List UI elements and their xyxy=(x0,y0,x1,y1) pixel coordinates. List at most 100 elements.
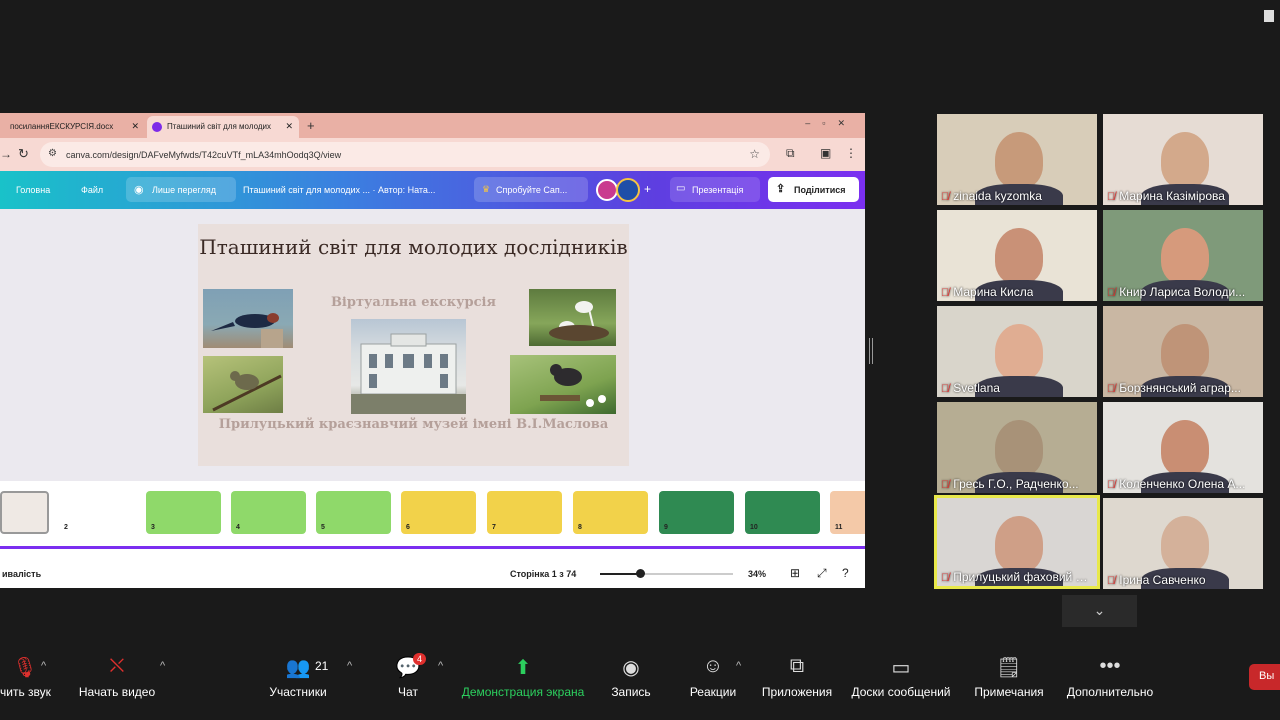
add-collaborator-icon[interactable]: + xyxy=(644,182,651,196)
thumbnail-number: 2 xyxy=(64,524,68,531)
participants-options-chevron-icon[interactable]: ^ xyxy=(347,660,352,672)
slide-thumbnail[interactable]: 6 xyxy=(401,491,476,534)
microphone-muted-icon: 🎙̸ xyxy=(941,191,950,203)
slide-thumbnails-strip: 2 3 4 5 6 7 8 9 10 11 xyxy=(0,481,865,549)
participant-tile[interactable]: 🎙̸ Ірина Савченко xyxy=(1103,498,1263,589)
participant-name-text: Марина Кисла xyxy=(953,285,1034,299)
chat-options-chevron-icon[interactable]: ^ xyxy=(438,660,443,672)
slide-thumbnail[interactable]: 10 xyxy=(745,491,820,534)
close-icon[interactable]: ✕ xyxy=(285,121,293,132)
more-dots-icon: ••• xyxy=(1099,655,1121,677)
present-button[interactable]: ▭ Презентація xyxy=(670,177,760,202)
participant-tile[interactable]: 🎙̸ zinaida kyzomka xyxy=(937,114,1097,205)
accessibility-label[interactable]: ивалість xyxy=(2,569,41,579)
audio-options-chevron-icon[interactable]: ^ xyxy=(41,660,46,672)
forward-arrow-icon[interactable]: → xyxy=(0,147,12,161)
more-button[interactable]: ••• Дополнительно xyxy=(1064,655,1156,699)
slide-thumbnail[interactable]: 8 xyxy=(573,491,648,534)
zoom-slider[interactable] xyxy=(600,569,733,578)
slide-thumbnail[interactable]: 9 xyxy=(659,491,734,534)
microphone-muted-icon: 🎙̸ xyxy=(941,287,950,299)
reload-icon[interactable]: ↻ xyxy=(18,146,29,162)
participant-video xyxy=(1161,516,1209,572)
reactions-button[interactable]: ☺ Реакции xyxy=(688,655,738,699)
browser-tab-canva[interactable]: Пташиний світ для молодих ✕ xyxy=(147,116,299,138)
zoom-level[interactable]: 34% xyxy=(748,569,766,579)
participant-tile[interactable]: 🎙̸ Прилуцький фаховий м... xyxy=(934,495,1100,589)
reactions-options-chevron-icon[interactable]: ^ xyxy=(736,660,741,672)
close-icon[interactable]: ✕ xyxy=(131,121,139,132)
slide-thumbnail[interactable]: 11 xyxy=(830,491,865,534)
slide-thumbnail[interactable]: 4 xyxy=(231,491,306,534)
participant-name-text: Книр Лариса Володи... xyxy=(1119,285,1246,299)
participant-video xyxy=(1161,228,1209,284)
slide-thumbnail[interactable]: 3 xyxy=(146,491,221,534)
view-only-button[interactable]: ◉ Лише перегляд xyxy=(126,177,236,202)
slide-1[interactable]: Пташиний світ для молодих дослідників Ві… xyxy=(198,224,629,466)
participant-tile[interactable]: 🎙̸ Марина Кисла xyxy=(937,210,1097,301)
participant-name-text: Коленченко Олена А... xyxy=(1119,477,1246,491)
split-resize-handle[interactable] xyxy=(869,338,873,364)
fullscreen-icon[interactable]: ⤢ xyxy=(817,566,827,581)
extensions-icon[interactable]: ⧉ xyxy=(786,146,795,161)
participant-name-text: Борзнянський аграр... xyxy=(1119,381,1241,395)
share-screen-button[interactable]: ⬆ Демонстрация экрана xyxy=(461,655,585,699)
slide-thumbnail[interactable]: 5 xyxy=(316,491,391,534)
browser-tab-strip: посиланняЕКСКУРСІЯ.docx ✕ Пташиний світ … xyxy=(0,113,865,138)
share-label: Поділитися xyxy=(794,185,846,195)
try-canva-pro-button[interactable]: ♛ Спробуйте Cап... xyxy=(474,177,588,202)
browser-tab-docx[interactable]: посиланняЕКСКУРСІЯ.docx ✕ xyxy=(0,116,145,138)
participant-tile[interactable]: 🎙̸ Коленченко Олена А... xyxy=(1103,402,1263,493)
thumbnail-number: 5 xyxy=(321,524,325,531)
whiteboards-button[interactable]: ▭ Доски сообщений xyxy=(850,655,952,699)
participant-video xyxy=(1161,132,1209,188)
view-options-icon[interactable] xyxy=(1264,10,1274,22)
microphone-muted-icon: 🎙̸ xyxy=(1107,287,1116,299)
canva-status-bar: ивалість Сторінка 1 з 74 34% ⊞ ⤢ ? xyxy=(0,549,865,588)
collaborator-avatar[interactable] xyxy=(616,178,640,202)
url-field[interactable]: ⚙ canva.com/design/DAFveMyfwds/T42cuVTf_… xyxy=(40,142,770,167)
museum-building-photo xyxy=(351,319,466,414)
sidepanel-icon[interactable]: ▣ xyxy=(820,146,831,160)
menu-dots-icon[interactable]: ⋮ xyxy=(845,146,857,160)
share-button[interactable]: ⇪ Поділитися xyxy=(768,177,859,202)
participant-video xyxy=(995,324,1043,380)
video-options-chevron-icon[interactable]: ^ xyxy=(160,660,165,672)
gallery-expand-chevron-icon[interactable]: ⌄ xyxy=(1062,595,1137,627)
video-button[interactable]: ⛌ Начать видео xyxy=(78,655,156,699)
menu-home[interactable]: Головна xyxy=(16,185,50,195)
page-indicator[interactable]: Сторінка 1 з 74 xyxy=(510,569,576,579)
microphone-muted-icon: 🎙̸ xyxy=(941,383,950,395)
help-icon[interactable]: ? xyxy=(842,566,849,580)
zoom-slider-fill xyxy=(600,573,640,575)
microphone-muted-icon: 🎙̸ xyxy=(1107,383,1116,395)
record-button[interactable]: ◉ Запись xyxy=(609,655,653,699)
participant-name-text: Гресь Г.О., Радченко... xyxy=(953,477,1079,491)
site-info-icon[interactable]: ⚙ xyxy=(48,148,57,159)
bookmark-star-icon[interactable]: ☆ xyxy=(749,147,760,161)
view-only-label: Лише перегляд xyxy=(152,185,217,195)
grid-view-icon[interactable]: ⊞ xyxy=(790,566,800,580)
participant-tile[interactable]: 🎙̸ Марина Казімірова xyxy=(1103,114,1263,205)
leave-meeting-button[interactable]: Вы xyxy=(1249,664,1280,690)
participant-tile[interactable]: 🎙̸ Борзнянський аграр... xyxy=(1103,306,1263,397)
chat-label: Чат xyxy=(398,685,418,699)
slide-thumbnail[interactable]: 2 xyxy=(59,491,136,534)
new-tab-icon[interactable]: + xyxy=(307,118,315,133)
window-controls[interactable]: –▫✕ xyxy=(805,118,857,129)
shared-screen: посиланняЕКСКУРСІЯ.docx ✕ Пташиний світ … xyxy=(0,113,865,588)
slide-thumbnail[interactable]: 7 xyxy=(487,491,562,534)
apps-button[interactable]: ⧉ Приложения xyxy=(760,655,834,699)
audio-label: чить звук xyxy=(0,685,51,699)
slide-thumbnail[interactable] xyxy=(0,491,49,534)
thumbnail-number: 6 xyxy=(406,524,410,531)
notes-button[interactable]: 🗒 Примечания xyxy=(972,655,1046,699)
participant-name-text: Ірина Савченко xyxy=(1119,573,1206,587)
participant-tile[interactable]: 🎙̸ Гресь Г.О., Радченко... xyxy=(937,402,1097,493)
participant-tile[interactable]: 🎙̸ Svetlana xyxy=(937,306,1097,397)
try-label: Спробуйте Cап... xyxy=(496,185,568,195)
menu-file[interactable]: Файл xyxy=(81,185,103,195)
participant-tile[interactable]: 🎙̸ Книр Лариса Володи... xyxy=(1103,210,1263,301)
collaborator-avatar[interactable] xyxy=(596,179,618,201)
zoom-slider-knob[interactable] xyxy=(635,569,645,578)
